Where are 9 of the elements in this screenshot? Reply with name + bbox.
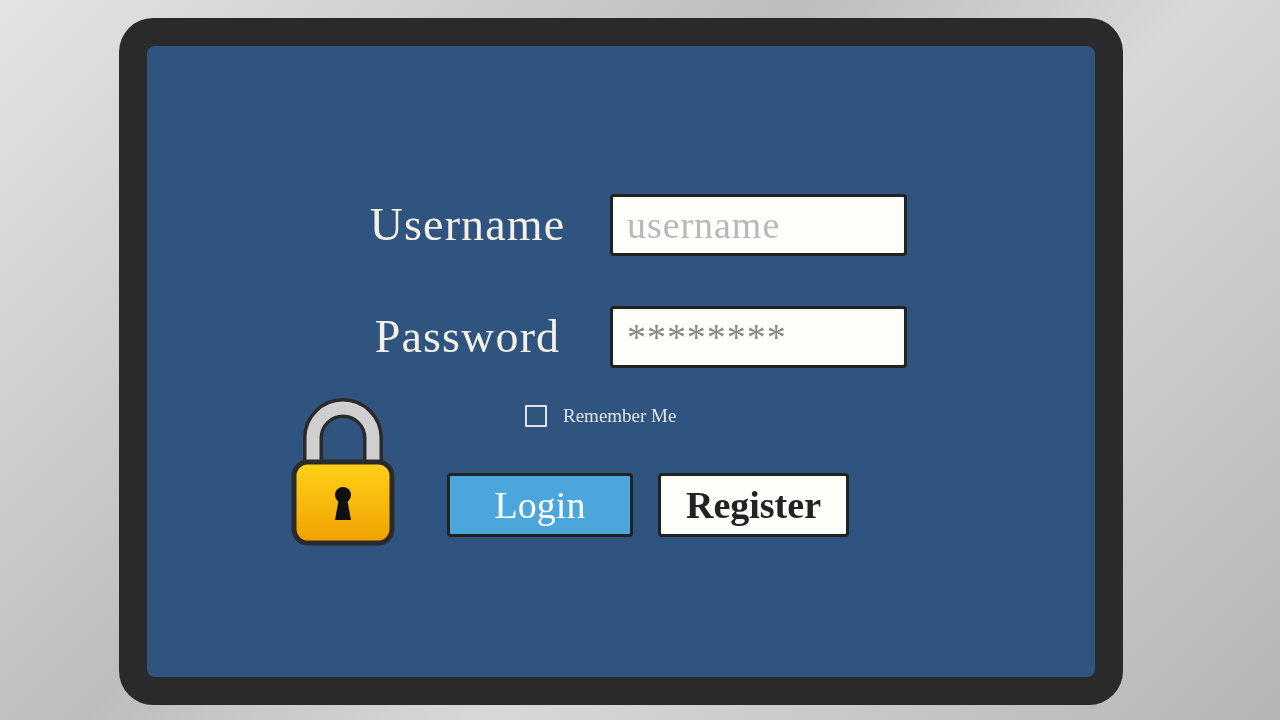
remember-label: Remember Me xyxy=(563,404,677,428)
username-field[interactable]: username xyxy=(610,194,907,256)
login-button[interactable]: Login xyxy=(447,472,633,537)
register-button[interactable]: Register xyxy=(658,472,849,537)
field-label: Username xyxy=(368,202,567,248)
field-label: Password xyxy=(373,314,562,360)
password-field[interactable]: ******** xyxy=(610,306,907,368)
lock-icon xyxy=(291,398,395,546)
remember-checkbox[interactable] xyxy=(525,405,547,428)
